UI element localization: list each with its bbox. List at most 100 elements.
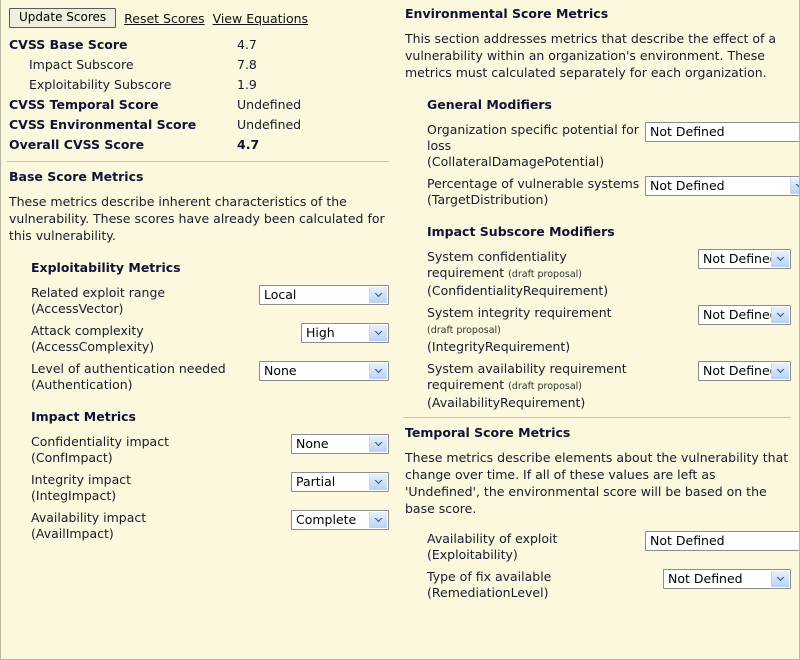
score-label: Exploitability Subscore (29, 77, 172, 92)
metric-label: Availability of exploit (Exploitability) (427, 531, 645, 563)
metric-note-text: (draft proposal) (508, 381, 582, 392)
chevron-down-icon (771, 571, 789, 587)
metric-avail-impact: Availability impact (AvailImpact) Comple… (7, 510, 389, 542)
metric-label: Percentage of vulnerable systems (Target… (427, 176, 645, 208)
chevron-down-icon (369, 325, 387, 341)
temporal-score-metrics-heading: Temporal Score Metrics (405, 425, 571, 440)
metric-key-text: (Authentication) (31, 377, 133, 392)
metric-confidentiality-requirement: System confidentiality requirement (draf… (403, 249, 791, 299)
metric-label-text: Confidentiality impact (31, 434, 169, 449)
metric-availability-requirement: System availability requirement requirem… (403, 361, 791, 411)
metric-label: Type of fix available (RemediationLevel) (427, 569, 645, 601)
view-equations-link[interactable]: View Equations (213, 11, 309, 26)
metric-integ-impact: Integrity impact (IntegImpact) Partial (7, 472, 389, 504)
select-value: Not Defined (650, 124, 725, 139)
metric-control: None (259, 361, 389, 381)
metric-control: Local (259, 285, 389, 305)
metric-key-text: (ConfidentialityRequirement) (427, 283, 609, 298)
score-value: 1.9 (237, 77, 257, 92)
metric-label-text-2: requirement (427, 377, 509, 392)
metric-key-text: (IntegrityRequirement) (427, 339, 571, 354)
integ-impact-select[interactable]: Partial (291, 472, 389, 492)
metric-label-text: Type of fix available (427, 569, 552, 584)
metric-label: Attack complexity (AccessComplexity) (31, 323, 227, 355)
chevron-down-icon (369, 363, 387, 379)
chevron-down-icon (771, 307, 789, 323)
availability-requirement-select[interactable]: Not Defined (698, 361, 791, 381)
metric-collateral-damage-potential: Organization specific potential for loss… (403, 122, 799, 170)
metric-label-text: Percentage of vulnerable systems (427, 176, 640, 191)
conf-impact-select[interactable]: None (291, 434, 389, 454)
confidentiality-requirement-select[interactable]: Not Defined (698, 249, 791, 269)
metric-label: Availability impact (AvailImpact) (31, 510, 227, 542)
reset-scores-link[interactable]: Reset Scores (124, 11, 204, 26)
metric-label-text: Availability impact (31, 510, 147, 525)
select-value: High (306, 325, 335, 340)
access-complexity-select[interactable]: High (301, 323, 389, 343)
select-value: Not Defined (703, 307, 778, 322)
avail-impact-select[interactable]: Complete (291, 510, 389, 530)
cvss-calculator-page: Update Scores Reset Scores View Equation… (0, 0, 800, 660)
metric-remediation-level: Type of fix available (RemediationLevel)… (403, 569, 791, 601)
score-summary-table: CVSS Base Score 4.7 Impact Subscore 7.8 … (7, 35, 389, 155)
exploitability-select[interactable]: Not Defined (645, 531, 799, 551)
impact-subscore-modifiers-heading: Impact Subscore Modifiers (427, 224, 615, 239)
metric-note-text: (draft proposal) (427, 325, 501, 336)
metric-key-text: (AccessVector) (31, 301, 124, 316)
score-label: Overall CVSS Score (9, 137, 145, 152)
divider (7, 161, 389, 162)
metric-key-text: (RemediationLevel) (427, 585, 549, 600)
chevron-down-icon (771, 251, 789, 267)
metric-control: Not Defined (698, 305, 791, 325)
score-value: Undefined (237, 117, 302, 132)
metric-authentication: Level of authentication needed (Authenti… (7, 361, 389, 393)
select-value: Not Defined (650, 533, 725, 548)
select-value: Not Defined (703, 363, 778, 378)
score-label: CVSS Temporal Score (9, 97, 159, 112)
left-column: Update Scores Reset Scores View Equation… (1, 0, 397, 659)
select-value: Not Defined (703, 251, 778, 266)
general-modifiers-heading: General Modifiers (427, 97, 552, 112)
metric-label-text: System availability requirement (427, 361, 627, 376)
base-score-description: These metrics describe inherent characte… (9, 194, 385, 243)
metric-label: Related exploit range (AccessVector) (31, 285, 227, 317)
score-value: 7.8 (237, 57, 257, 72)
select-value: None (296, 436, 329, 451)
update-scores-button[interactable]: Update Scores (9, 8, 117, 28)
metric-key-text: (ConfImpact) (31, 450, 113, 465)
score-row-base: CVSS Base Score 4.7 (7, 35, 389, 55)
metric-conf-impact: Confidentiality impact (ConfImpact) None (7, 434, 389, 466)
metric-access-vector: Related exploit range (AccessVector) Loc… (7, 285, 389, 317)
metric-label: System confidentiality requirement (draf… (427, 249, 645, 299)
access-vector-select[interactable]: Local (259, 285, 389, 305)
right-column: Environmental Score Metrics This section… (397, 0, 799, 659)
chevron-down-icon (790, 178, 799, 194)
metric-label-text: Organization specific potential for loss (427, 122, 639, 153)
score-label: Impact Subscore (29, 57, 134, 72)
score-value: Undefined (237, 97, 302, 112)
environmental-description: This section addresses metrics that desc… (405, 31, 777, 80)
score-label: CVSS Environmental Score (9, 117, 197, 132)
metric-control: Not Defined (698, 249, 791, 269)
metric-label: Organization specific potential for loss… (427, 122, 645, 170)
metric-label: System availability requirement requirem… (427, 361, 645, 411)
metric-control: Not Defined (663, 569, 791, 589)
metric-key-text: (AvailabilityRequirement) (427, 395, 586, 410)
collateral-damage-potential-select[interactable]: Not Defined (645, 122, 799, 142)
authentication-select[interactable]: None (259, 361, 389, 381)
metric-control: Complete (291, 510, 389, 530)
chevron-down-icon (369, 512, 387, 528)
metric-key-text: (AvailImpact) (31, 526, 114, 541)
remediation-level-select[interactable]: Not Defined (663, 569, 791, 589)
target-distribution-select[interactable]: Not Defined (645, 176, 799, 196)
metric-control: None (291, 434, 389, 454)
metric-label: System integrity requirement (draft prop… (427, 305, 647, 355)
integrity-requirement-select[interactable]: Not Defined (698, 305, 791, 325)
chevron-down-icon (369, 436, 387, 452)
base-score-metrics-heading: Base Score Metrics (9, 169, 144, 184)
metric-label-text: System integrity requirement (427, 305, 612, 320)
select-value: Partial (296, 474, 336, 489)
exploitability-metrics-heading: Exploitability Metrics (31, 260, 181, 275)
chevron-down-icon (771, 363, 789, 379)
metric-label: Level of authentication needed (Authenti… (31, 361, 227, 393)
